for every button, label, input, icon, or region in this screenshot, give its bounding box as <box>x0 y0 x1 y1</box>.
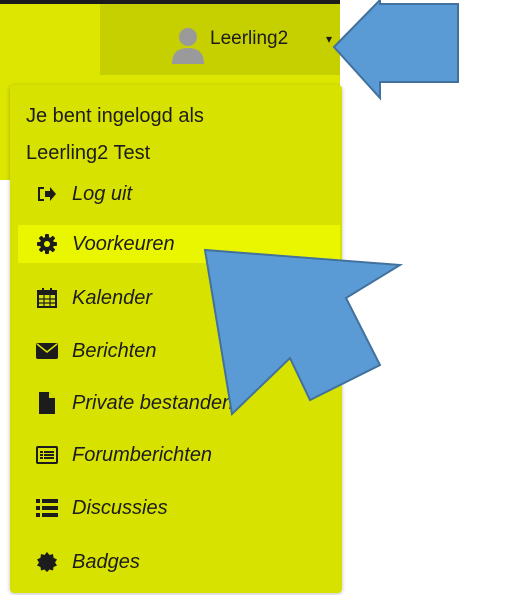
menu-item-label: Voorkeuren <box>72 232 175 255</box>
caret-down-icon[interactable]: ▾ <box>326 32 332 46</box>
list-alt-icon <box>36 444 58 466</box>
menu-item-label: Berichten <box>72 339 157 362</box>
gear-icon <box>36 233 58 255</box>
menu-item-kalender[interactable]: Kalender <box>18 279 340 317</box>
menu-item-private-bestanden[interactable]: Private bestanden <box>18 384 340 422</box>
envelope-icon <box>36 340 58 362</box>
user-avatar-icon <box>172 28 204 64</box>
login-info-line2: Leerling2 Test <box>26 142 151 164</box>
menu-item-label: Private bestanden <box>72 391 234 414</box>
menu-item-berichten[interactable]: Berichten <box>18 332 340 370</box>
calendar-icon <box>36 287 58 309</box>
menu-item-label: Badges <box>72 550 140 573</box>
menu-item-label: Discussies <box>72 496 168 519</box>
list-icon <box>36 497 58 519</box>
menu-item-voorkeuren[interactable]: Voorkeuren <box>18 225 340 263</box>
badge-icon <box>36 551 58 573</box>
menu-item-discussies[interactable]: Discussies <box>18 489 340 527</box>
menu-item-forumberichten[interactable]: Forumberichten <box>18 436 340 474</box>
logout-icon <box>36 183 58 205</box>
menu-item-label: Log uit <box>72 182 133 205</box>
file-icon <box>36 392 58 414</box>
menu-item-badges[interactable]: Badges <box>18 543 340 581</box>
login-info: Je bent ingelogd als Leerling2 Test <box>26 98 326 172</box>
menu-item-logout[interactable]: Log uit <box>18 175 340 213</box>
annotation-arrow-right <box>332 0 459 101</box>
menu-item-label: Forumberichten <box>72 443 213 466</box>
login-info-line1: Je bent ingelogd als <box>26 105 204 127</box>
menu-item-label: Kalender <box>72 286 153 309</box>
user-name[interactable]: Leerling2 <box>210 28 288 50</box>
